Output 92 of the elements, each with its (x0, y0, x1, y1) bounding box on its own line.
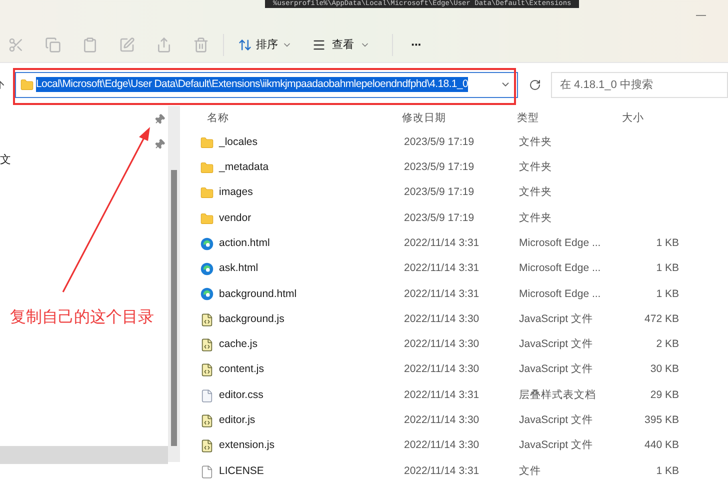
table-cell-text: 1 KB (655, 236, 680, 251)
more-button[interactable]: ··· (411, 35, 421, 55)
table-cell-text: Microsoft Edge ... (518, 261, 602, 276)
table-cell-text: 2022/11/14 3:31 (403, 286, 480, 302)
table-cell-text: 1 KB (655, 464, 680, 479)
paste-icon[interactable] (82, 37, 98, 53)
table-cell-text: 2022/11/14 3:31 (403, 388, 480, 403)
table-cell-text: 472 KB (644, 312, 680, 327)
nav-item[interactable] (0, 446, 168, 464)
table-cell-text: 2023/5/9 17:19 (403, 160, 476, 176)
file-name[interactable]: background.html (219, 286, 297, 302)
table-cell-text: JavaScript 文件 (518, 413, 594, 428)
file-name[interactable]: cache.js (219, 337, 258, 353)
file-name[interactable]: editor.js (219, 413, 256, 429)
table-cell-text: 2023/5/9 17:19 (403, 185, 476, 200)
view-button[interactable]: 查看 (308, 36, 374, 54)
table-cell-text: 30 KB (649, 362, 680, 378)
script-file-icon (200, 312, 214, 327)
scrollbar-thumb[interactable] (171, 170, 177, 446)
file-name[interactable]: extension.js (219, 438, 274, 454)
folder-icon (200, 160, 214, 175)
scrollbar[interactable] (168, 106, 180, 462)
stylesheet-file-icon (200, 388, 214, 403)
script-file-icon (200, 439, 214, 454)
folder-icon (200, 212, 214, 226)
table-cell-text: 395 KB (644, 413, 680, 428)
lines-icon (312, 38, 326, 52)
table-cell-text: 2022/11/14 3:30 (403, 438, 480, 454)
sort-arrows-icon (238, 38, 252, 52)
table-cell-text: 2023/5/9 17:19 (403, 134, 476, 150)
table-cell-text: JavaScript 文件 (518, 312, 594, 327)
table-cell-text: JavaScript 文件 (518, 337, 594, 352)
sort-button[interactable]: 排序 (234, 36, 296, 54)
file-name[interactable]: _locales (219, 134, 258, 151)
table-cell-text: JavaScript 文件 (518, 362, 594, 378)
table-cell-text: 文件夹 (518, 185, 553, 200)
path-text: Local\Microsoft\Edge\User Data\Default\Extensions\iikmkjmpaadaobahmlepeloendndfphd\4.18.1_0 (36, 76, 468, 92)
refresh-icon[interactable] (529, 78, 541, 90)
table-cell-text: 440 KB (644, 438, 680, 454)
column-header[interactable]: 大小 (610, 111, 680, 127)
table-cell-text: 2 KB (655, 337, 680, 352)
table-cell-text: 2022/11/14 3:31 (403, 464, 480, 479)
delete-icon[interactable] (193, 37, 209, 53)
table-cell-text: 文件 (518, 464, 542, 479)
file-name[interactable]: background.js (219, 312, 284, 328)
table-cell-text: 1 KB (655, 286, 680, 302)
annotation-text: 复制自己的这个目录 (10, 308, 154, 328)
search-field[interactable]: 在 4.18.1_0 中搜索 (551, 72, 728, 98)
file-name[interactable]: content.js (219, 362, 264, 378)
table-cell-text: 2023/5/9 17:19 (403, 210, 476, 226)
table-cell-text: 2022/11/14 3:31 (403, 236, 480, 251)
minimize-button[interactable]: — (696, 8, 706, 28)
table-cell-text: 2022/11/14 3:31 (403, 261, 480, 276)
table-cell-text: 2022/11/14 3:30 (403, 362, 480, 378)
file-name[interactable]: LICENSE (219, 464, 264, 480)
folder-icon (200, 136, 214, 150)
table-cell-text: 层叠样式表文档 (518, 388, 597, 403)
script-file-icon (200, 363, 214, 378)
script-file-icon (200, 414, 214, 428)
file-name[interactable]: action.html (219, 236, 270, 252)
table-cell-text: 2022/11/14 3:30 (403, 337, 480, 352)
column-header[interactable]: 名称 (195, 111, 400, 127)
share-icon[interactable] (156, 37, 172, 53)
file-name[interactable]: images (219, 185, 253, 202)
folder-icon (200, 186, 214, 200)
file-icon (200, 464, 214, 478)
table-cell-text: 文件夹 (518, 134, 553, 150)
folder-icon (20, 78, 34, 92)
nav-item[interactable]: 文 (0, 152, 11, 170)
table-cell-text: 2022/11/14 3:30 (403, 312, 480, 327)
column-header[interactable]: 类型 (515, 111, 610, 127)
rename-icon[interactable] (119, 37, 135, 53)
file-name[interactable]: ask.html (219, 261, 258, 277)
file-name[interactable]: _metadata (219, 160, 269, 176)
script-file-icon (200, 338, 214, 352)
table-cell-text: JavaScript 文件 (518, 438, 594, 454)
table-cell-text: 文件夹 (518, 160, 553, 176)
cut-icon[interactable] (8, 37, 24, 53)
table-cell-text: 文件夹 (518, 210, 553, 226)
browser-icon (200, 262, 214, 276)
table-cell-text: Microsoft Edge ... (518, 236, 602, 251)
table-cell-text: Microsoft Edge ... (518, 286, 602, 302)
browser-icon (200, 287, 214, 302)
column-header[interactable]: 修改日期 (400, 111, 515, 127)
copy-icon[interactable] (45, 37, 61, 53)
file-name[interactable]: vendor (219, 210, 252, 226)
table-cell-text: 2022/11/14 3:30 (403, 413, 480, 428)
browser-icon (200, 236, 214, 251)
table-cell-text: 29 KB (649, 388, 680, 403)
address-field[interactable]: Local\Microsoft\Edge\User Data\Default\Extensions\iikmkjmpaadaobahmlepeloendndfphd\4.18.1_0 (15, 72, 518, 98)
table-cell-text: 1 KB (655, 261, 680, 276)
file-name[interactable]: editor.css (219, 388, 264, 404)
